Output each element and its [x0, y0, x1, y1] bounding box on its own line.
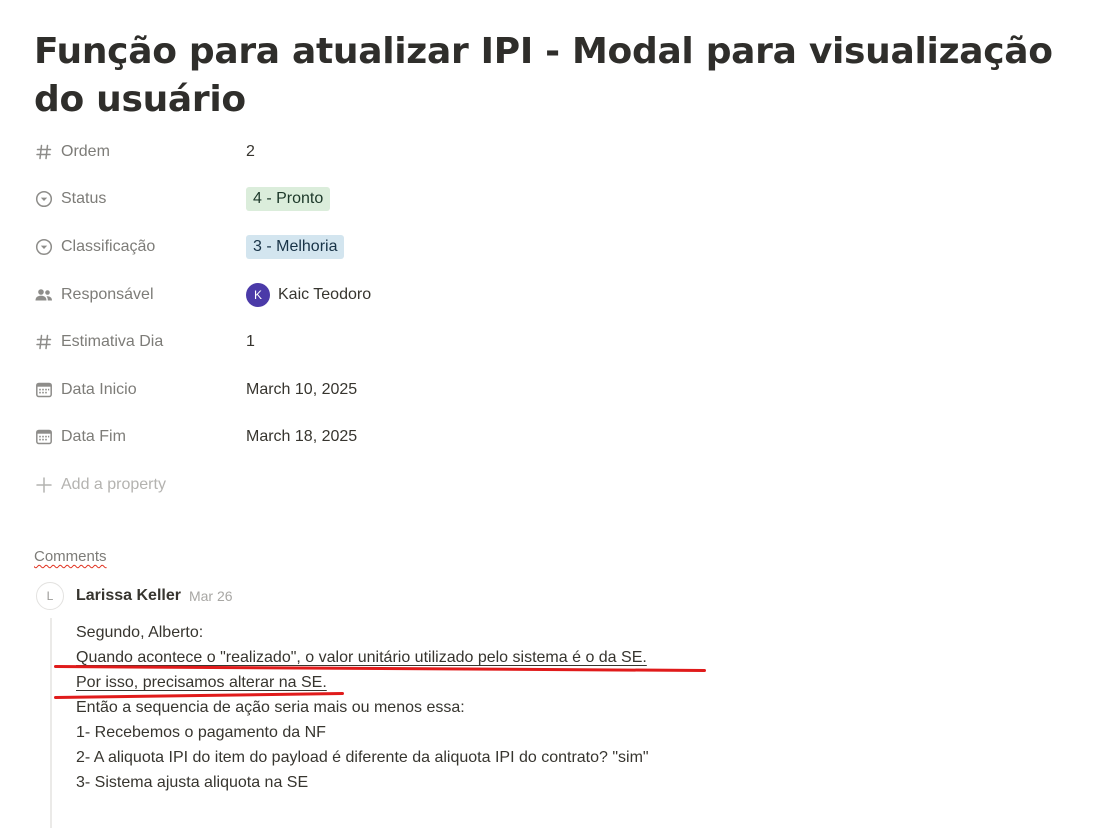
comment-line-text: Por isso, precisamos alterar na SE.	[76, 674, 327, 692]
property-label[interactable]: Classificação	[34, 237, 246, 257]
property-estimativa-dia[interactable]: Estimativa Dia 1	[34, 318, 1074, 366]
property-label-text: Estimativa Dia	[61, 333, 164, 351]
plus-icon	[34, 475, 54, 495]
property-data-inicio[interactable]: Data Inicio March 10, 2025	[34, 366, 1074, 414]
comment-line: Quando acontece o "realizado", o valor u…	[53, 645, 1074, 673]
people-icon	[34, 285, 54, 305]
property-label[interactable]: Data Inicio	[34, 380, 246, 400]
calendar-icon	[34, 427, 54, 447]
comment-line-text: Quando acontece o "realizado", o valor u…	[76, 649, 647, 667]
property-value-data-inicio[interactable]: March 10, 2025	[246, 381, 357, 399]
property-value-ordem[interactable]: 2	[246, 143, 255, 161]
avatar: L	[36, 582, 64, 611]
hash-icon	[34, 332, 54, 352]
property-value-estimativa[interactable]: 1	[246, 333, 255, 351]
select-icon	[34, 237, 54, 257]
comment-line: Por isso, precisamos alterar na SE.	[53, 670, 1074, 700]
property-status[interactable]: Status 4 - Pronto	[34, 176, 1074, 224]
property-label[interactable]: Ordem	[34, 142, 246, 162]
add-property-button[interactable]: Add a property	[34, 461, 1074, 508]
property-label-text: Data Inicio	[61, 380, 137, 398]
add-property-label: Add a property	[61, 475, 166, 493]
comment-line: Então a sequencia de ação seria mais ou …	[76, 699, 465, 717]
property-label-text: Responsável	[61, 285, 154, 303]
page-content: Função para atualizar IPI - Modal para v…	[34, 28, 1074, 828]
comment-date[interactable]: Mar 26	[189, 588, 233, 604]
property-label[interactable]: Responsável	[34, 285, 246, 305]
property-label[interactable]: Status	[34, 189, 246, 209]
property-data-fim[interactable]: Data Fim March 18, 2025	[34, 414, 1074, 462]
hash-icon	[34, 142, 54, 162]
status-icon	[34, 189, 54, 209]
property-classificacao[interactable]: Classificação 3 - Melhoria	[34, 223, 1074, 271]
property-responsavel[interactable]: Responsável K Kaic Teodoro	[34, 271, 1074, 319]
status-tag[interactable]: 4 - Pronto	[246, 187, 331, 212]
property-label-text: Classificação	[61, 237, 156, 255]
property-label-text: Status	[61, 190, 107, 208]
calendar-icon	[34, 380, 54, 400]
classification-tag[interactable]: 3 - Melhoria	[246, 234, 345, 259]
comment-line: Segundo, Alberto:	[76, 624, 204, 642]
comment-author[interactable]: Larissa Keller	[76, 587, 181, 605]
property-label[interactable]: Estimativa Dia	[34, 332, 246, 352]
avatar: K	[246, 282, 270, 307]
property-value-responsavel[interactable]: K Kaic Teodoro	[246, 282, 372, 307]
page-title[interactable]: Função para atualizar IPI - Modal para v…	[34, 28, 1074, 124]
comment-line: 3- Sistema ajusta aliquota na SE	[76, 774, 309, 792]
property-label-text: Ordem	[61, 142, 110, 160]
property-label-text: Data Fim	[61, 428, 126, 446]
thread-line	[50, 618, 52, 828]
properties-list: Ordem 2 Status 4 - Pronto Classificação	[34, 128, 1074, 508]
comments-heading: Comments	[34, 548, 107, 566]
comment-line: 1- Recebemos o pagamento da NF	[76, 724, 326, 742]
comment-header: Larissa Keller Mar 26	[34, 582, 1074, 610]
person-name: Kaic Teodoro	[278, 285, 372, 303]
property-value-data-fim[interactable]: March 18, 2025	[246, 428, 357, 446]
property-ordem[interactable]: Ordem 2	[34, 128, 1074, 176]
property-label[interactable]: Data Fim	[34, 427, 246, 447]
comment-line: 2- A aliquota IPI do item do payload é d…	[76, 749, 649, 767]
comment: L Larissa Keller Mar 26 Segundo, Alberto…	[34, 582, 1074, 828]
comment-body[interactable]: Segundo, Alberto: Quando acontece o "rea…	[34, 620, 1074, 795]
